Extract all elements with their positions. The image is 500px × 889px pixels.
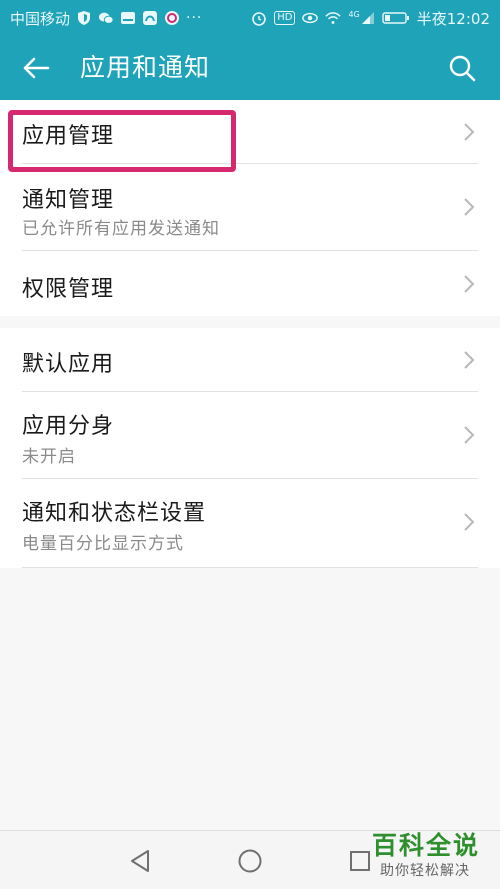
status-right: HD 4G 半夜12:02 bbox=[251, 8, 490, 29]
triangle-back-icon bbox=[131, 850, 149, 872]
status-left: 中国移动 ··· bbox=[10, 8, 202, 29]
nav-home-button[interactable] bbox=[236, 847, 264, 875]
nav-back-button[interactable] bbox=[126, 847, 154, 875]
alarm-icon bbox=[251, 10, 267, 26]
nav-recents-button[interactable] bbox=[346, 847, 374, 875]
search-button[interactable] bbox=[444, 50, 480, 86]
app-notification-icon-2 bbox=[142, 10, 158, 26]
list-item-app-twin[interactable]: 应用分身 未开启 bbox=[0, 392, 500, 479]
chevron-right-icon bbox=[464, 275, 475, 293]
wechat-icon bbox=[98, 10, 114, 26]
shield-icon bbox=[76, 10, 92, 26]
chevron-right-icon bbox=[464, 351, 475, 369]
carrier-label: 中国移动 bbox=[10, 9, 71, 28]
eye-icon bbox=[302, 10, 319, 26]
list-item-title: 通知和状态栏设置 bbox=[22, 501, 207, 526]
list-item-subtitle: 电量百分比显示方式 bbox=[22, 534, 184, 554]
app-notification-icon bbox=[120, 10, 136, 26]
wifi-icon bbox=[325, 10, 342, 26]
watermark-title: 百科全说 bbox=[372, 831, 481, 860]
search-icon bbox=[449, 55, 476, 82]
list-item-permission-management[interactable]: 权限管理 bbox=[0, 251, 500, 316]
chevron-right-icon bbox=[464, 513, 475, 531]
settings-section-2: 默认应用 应用分身 未开启 通知和状态栏设置 电量百分比显示方式 bbox=[0, 328, 500, 568]
app-notification-icon-3 bbox=[164, 10, 180, 26]
status-time: 半夜12:02 bbox=[416, 9, 490, 28]
square-recents-icon bbox=[350, 851, 370, 871]
list-divider bbox=[22, 567, 478, 568]
list-item-title: 通知管理 bbox=[22, 188, 115, 213]
list-item-notification-status-bar[interactable]: 通知和状态栏设置 电量百分比显示方式 bbox=[0, 479, 500, 568]
list-item-title: 应用分身 bbox=[22, 414, 115, 439]
network-type-label: 4G bbox=[348, 10, 360, 19]
battery-icon bbox=[382, 10, 410, 26]
chevron-right-icon bbox=[464, 426, 475, 444]
list-item-notification-management[interactable]: 通知管理 已允许所有应用发送通知 bbox=[0, 164, 500, 251]
watermark-subtitle: 助你轻松解决 bbox=[380, 863, 470, 879]
chevron-right-icon bbox=[464, 123, 475, 141]
highlight-annotation-box bbox=[8, 110, 236, 172]
hd-badge: HD bbox=[274, 11, 296, 25]
watermark-logo: 百科全说 助你轻松解决 bbox=[372, 826, 494, 884]
circle-home-icon bbox=[238, 849, 262, 873]
more-notifications-dots: ··· bbox=[186, 10, 203, 26]
chevron-right-icon bbox=[464, 198, 475, 216]
arrow-left-icon bbox=[23, 57, 50, 79]
list-item-subtitle: 已允许所有应用发送通知 bbox=[22, 219, 220, 239]
signal-icon: 4G bbox=[348, 11, 374, 25]
page-title: 应用和通知 bbox=[80, 53, 211, 82]
back-button[interactable] bbox=[18, 50, 54, 86]
list-item-title: 权限管理 bbox=[22, 277, 115, 302]
list-item-title: 默认应用 bbox=[22, 352, 115, 377]
list-item-default-apps[interactable]: 默认应用 bbox=[0, 328, 500, 392]
status-bar: 中国移动 ··· HD 4G 半夜12:02 bbox=[0, 0, 500, 36]
app-bar: 应用和通知 bbox=[0, 36, 500, 100]
list-item-subtitle: 未开启 bbox=[22, 447, 76, 467]
